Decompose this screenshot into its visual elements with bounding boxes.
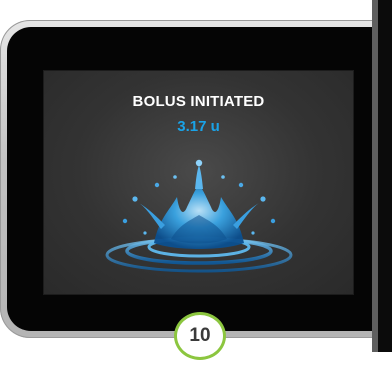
insulin-pump-illustration: BOLUS INITIATED 3.17 u 10 bbox=[0, 0, 392, 365]
side-panel bbox=[372, 0, 392, 352]
screen-title: BOLUS INITIATED bbox=[132, 93, 265, 110]
device-screen: BOLUS INITIATED 3.17 u bbox=[43, 70, 354, 295]
water-splash-icon bbox=[105, 159, 293, 273]
step-number-badge: 10 bbox=[174, 312, 226, 360]
bolus-amount: 3.17 u bbox=[177, 118, 220, 135]
